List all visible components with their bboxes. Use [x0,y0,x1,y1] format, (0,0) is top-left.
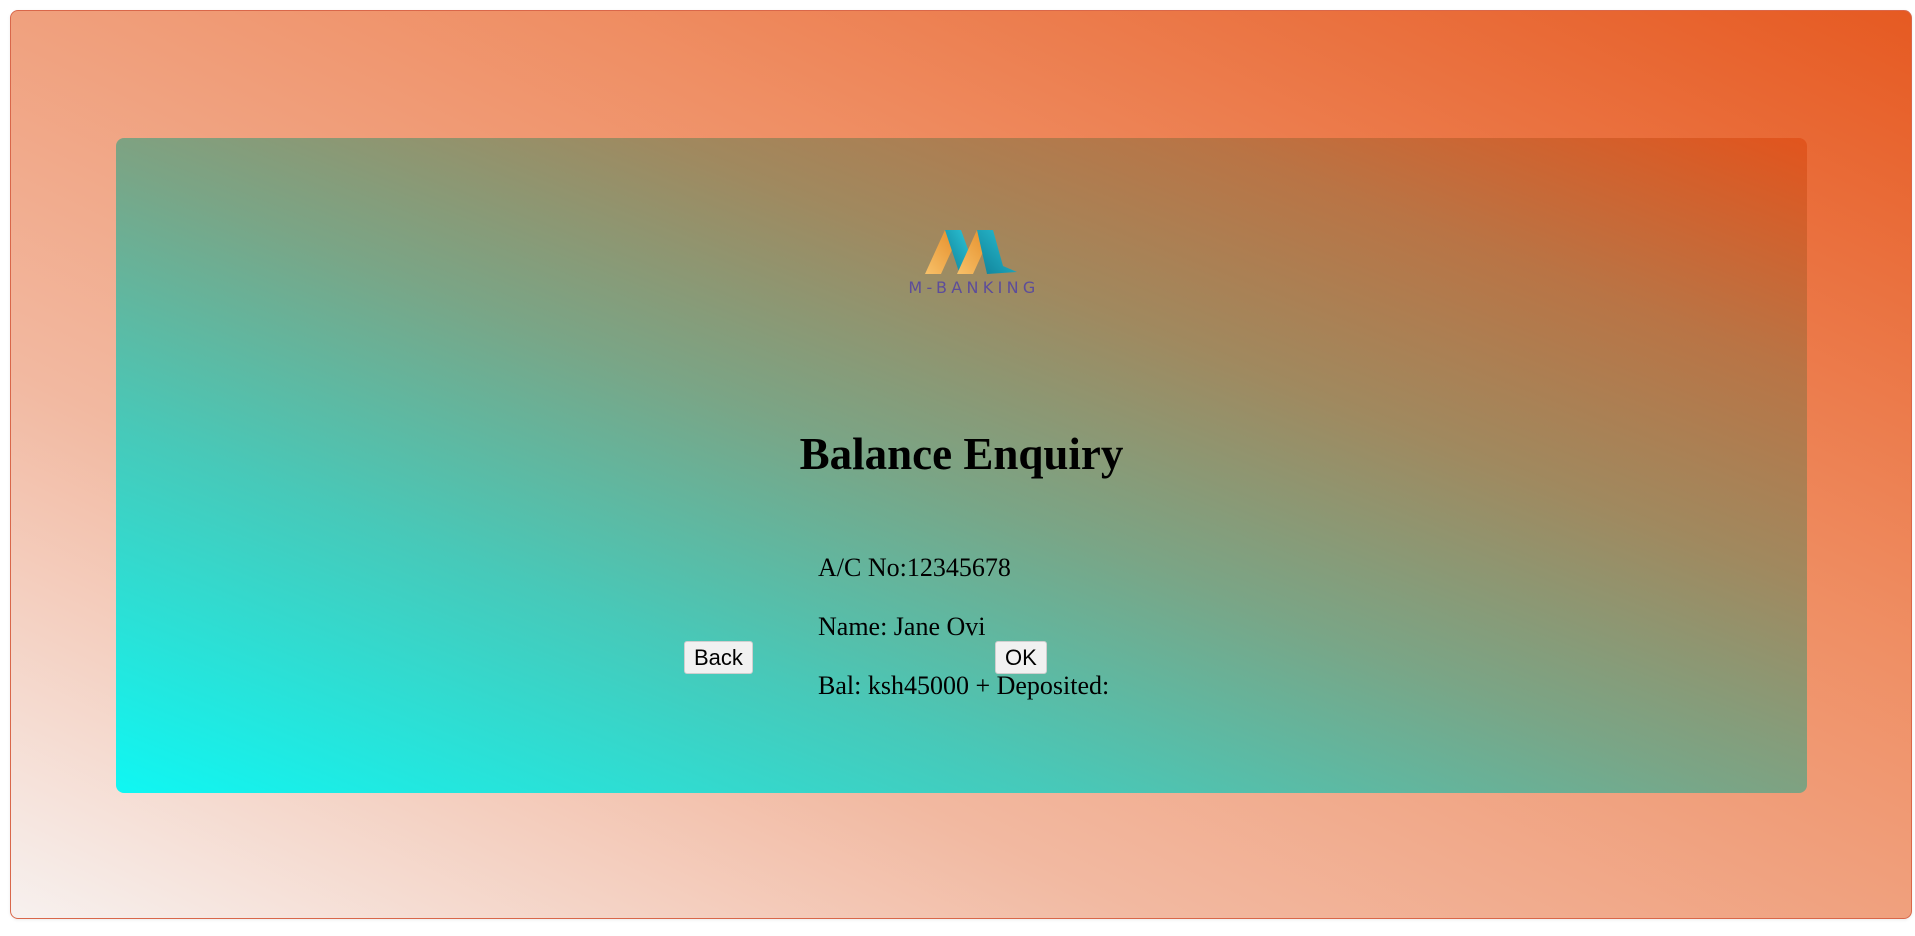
account-number: A/C No:12345678 [818,553,1011,582]
logo-text: M-BANKING [908,278,1040,297]
m-banking-logo: M-BANKING [899,222,1049,302]
page-frame: M-BANKING Balance Enquiry A/C No:1234567… [10,10,1912,919]
balance-enquiry-panel: M-BANKING Balance Enquiry A/C No:1234567… [116,138,1807,793]
account-balance: Bal: ksh45000 + Deposited: [818,671,1110,700]
m-banking-logo-icon [925,230,1017,274]
page-title: Balance Enquiry [799,429,1124,479]
ok-button[interactable]: OK [995,641,1047,674]
back-button[interactable]: Back [684,641,753,674]
account-name: Name: Jane Ovi [818,612,986,641]
